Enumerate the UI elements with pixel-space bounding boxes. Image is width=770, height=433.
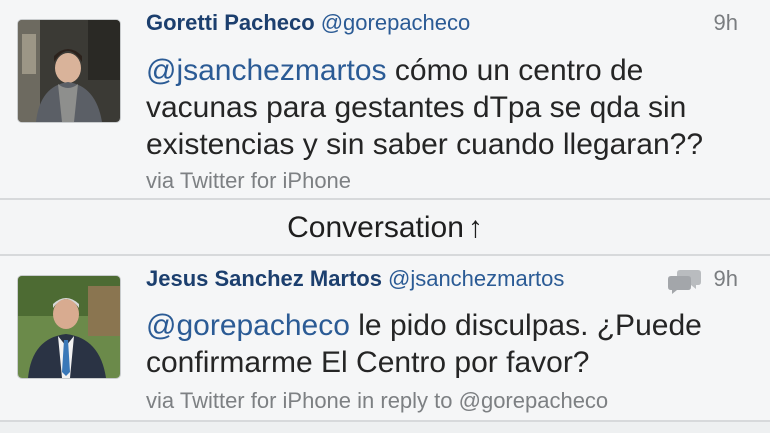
via-source: via Twitter for iPhone in reply to @gore… bbox=[146, 388, 609, 413]
tweet-header: Goretti Pacheco @gorepacheco 9h bbox=[146, 10, 750, 40]
conversation-toggle[interactable]: Conversation ↑ bbox=[0, 200, 770, 254]
tweet-text: @jsanchezmartos cómo un centro de vacuna… bbox=[146, 52, 746, 163]
timestamp: 9h bbox=[713, 266, 738, 291]
divider bbox=[0, 420, 770, 422]
avatar[interactable] bbox=[18, 20, 120, 122]
up-arrow-icon: ↑ bbox=[467, 211, 483, 244]
author-handle[interactable]: @gorepacheco bbox=[321, 10, 471, 35]
timestamp: 9h bbox=[713, 10, 738, 35]
mention-link[interactable]: @gorepacheco bbox=[146, 309, 350, 342]
author-name[interactable]: Jesus Sanchez Martos bbox=[146, 266, 382, 291]
tweet-text-line1: cómo un centro de bbox=[386, 54, 644, 87]
mention-link[interactable]: @jsanchezmartos bbox=[146, 54, 387, 87]
conversation-label: Conversation bbox=[287, 211, 464, 244]
tweet-text-line2: vacunas para gestantes dTpa se qda sin bbox=[146, 91, 687, 124]
author-handle[interactable]: @jsanchezmartos bbox=[388, 266, 564, 291]
avatar[interactable] bbox=[18, 276, 120, 378]
avatar-photo bbox=[18, 20, 120, 122]
avatar-photo bbox=[18, 276, 120, 378]
tweet-header: Jesus Sanchez Martos @jsanchezmartos 9h bbox=[146, 266, 750, 296]
tweet-text-line2: confirmarme El Centro por favor? bbox=[146, 346, 590, 379]
tweet-goretti[interactable]: Goretti Pacheco @gorepacheco 9h @jsanchez… bbox=[0, 0, 770, 198]
via-source: via Twitter for iPhone bbox=[146, 168, 352, 193]
speech-bubbles-icon bbox=[668, 268, 702, 299]
tweet-text-line3: existencias y sin saber cuando llegaran?… bbox=[146, 128, 704, 161]
tweet-text: @gorepacheco le pido disculpas. ¿Puede c… bbox=[146, 307, 746, 381]
tweet-text-line1: le pido disculpas. ¿Puede bbox=[349, 309, 702, 342]
author-name[interactable]: Goretti Pacheco bbox=[146, 10, 315, 35]
